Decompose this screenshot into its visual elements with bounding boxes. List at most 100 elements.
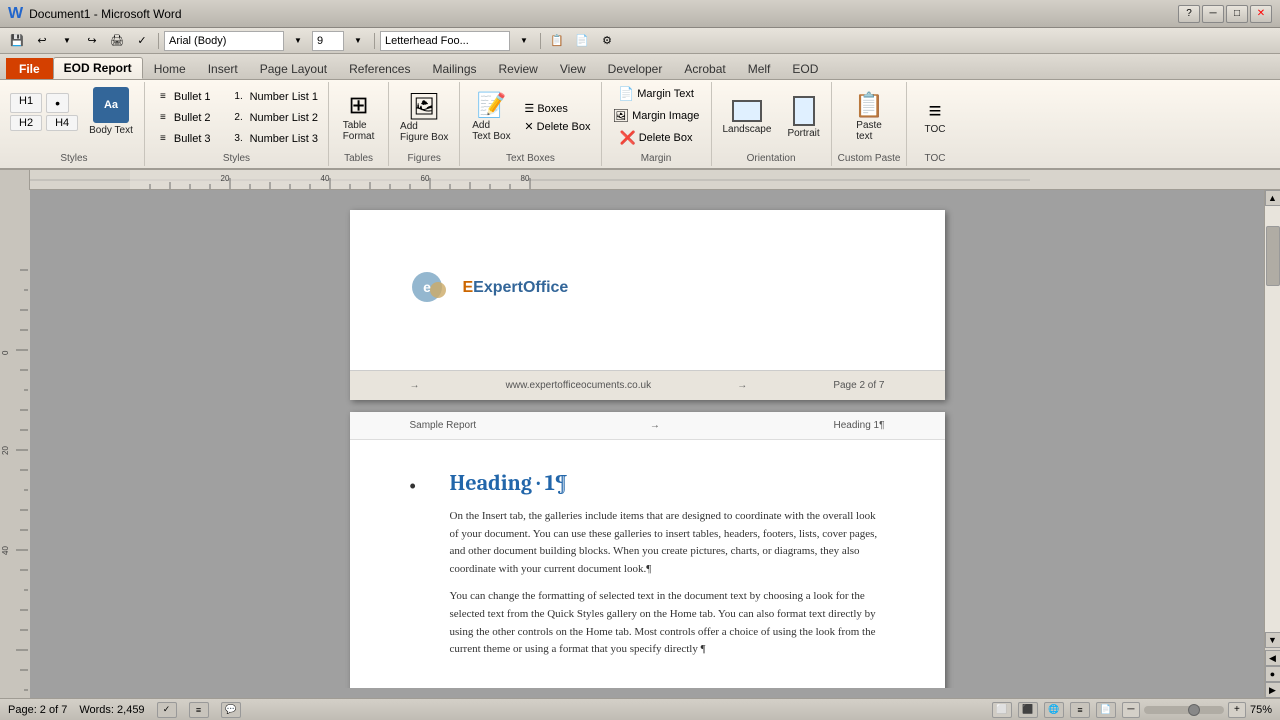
scroll-down-btn[interactable]: ▼ bbox=[1265, 632, 1280, 648]
add-text-box-btn[interactable]: 📝 AddText Box bbox=[466, 91, 516, 145]
zoom-in-btn[interactable]: + bbox=[1228, 702, 1246, 718]
font-size-box[interactable]: 9 bbox=[312, 31, 344, 51]
document-scroll[interactable]: e EExpertOffice → www.expertofficeoc bbox=[30, 200, 1264, 688]
extra-btn-3[interactable]: ⚙ bbox=[596, 31, 618, 51]
save-btn[interactable]: 💾 bbox=[6, 31, 28, 51]
tab-developer[interactable]: Developer bbox=[597, 58, 674, 79]
h1-style-btn[interactable]: H1 bbox=[10, 93, 42, 113]
tab-acrobat[interactable]: Acrobat bbox=[673, 58, 736, 79]
page-2-content[interactable]: • Heading · 1¶ On the Insert tab, the ga… bbox=[350, 440, 945, 688]
margin-image-btn[interactable]: 🖼 Margin Image bbox=[609, 106, 704, 126]
svg-text:0: 0 bbox=[1, 350, 10, 355]
spell-check-btn[interactable]: ✓ bbox=[157, 702, 177, 718]
text-boxes-section: 📝 AddText Box ☰ Boxes ✕ Delete Box Text … bbox=[460, 82, 601, 166]
boxes-btn[interactable]: ☰ Boxes bbox=[520, 100, 594, 117]
svg-text:40: 40 bbox=[321, 174, 330, 183]
toc-section: ≡ TOC TOC bbox=[907, 82, 962, 166]
font-name-box[interactable]: Arial (Body) bbox=[164, 31, 284, 51]
zoom-slider[interactable] bbox=[1144, 706, 1224, 714]
tab-eod-report[interactable]: EOD Report bbox=[53, 57, 143, 79]
tab-eod[interactable]: EOD bbox=[781, 58, 829, 79]
orientation-section: Landscape Portrait Orientation bbox=[712, 82, 832, 166]
bullet-1-btn[interactable]: ≡ Bullet 1 bbox=[151, 87, 215, 107]
tab-review[interactable]: Review bbox=[488, 58, 549, 79]
spelling-btn[interactable]: ✓ bbox=[131, 31, 153, 51]
layout-btn[interactable]: ≡ bbox=[189, 702, 209, 718]
next-page-btn[interactable]: ▶ bbox=[1265, 682, 1280, 698]
svg-text:20: 20 bbox=[1, 446, 10, 455]
minimize-btn[interactable]: ─ bbox=[1202, 5, 1224, 23]
tab-page-layout[interactable]: Page Layout bbox=[249, 58, 338, 79]
zoom-thumb[interactable] bbox=[1188, 704, 1200, 716]
add-figure-box-btn[interactable]: 🖼 AddFigure Box bbox=[395, 90, 453, 146]
template-box[interactable]: Letterhead Foo... bbox=[380, 31, 510, 51]
prev-page-btn[interactable]: ◀ bbox=[1265, 650, 1280, 666]
tab-insert[interactable]: Insert bbox=[197, 58, 249, 79]
svg-text:60: 60 bbox=[421, 174, 430, 183]
redo-btn[interactable]: ↪ bbox=[81, 31, 103, 51]
scroll-track[interactable] bbox=[1265, 206, 1280, 632]
toc-btn[interactable]: ≡ TOC bbox=[920, 97, 951, 138]
bullets-section: ≡ Bullet 1 ≡ Bullet 2 ≡ Bullet 3 1. bbox=[145, 82, 329, 166]
font-size-dropdown[interactable]: ▼ bbox=[347, 31, 369, 51]
number-list-1-btn[interactable]: 1. Number List 1 bbox=[227, 87, 322, 107]
h2-style-btn[interactable]: H2 bbox=[10, 115, 42, 131]
tab-melf[interactable]: Melf bbox=[737, 58, 782, 79]
full-screen-btn[interactable]: ⬛ bbox=[1018, 702, 1038, 718]
help-btn[interactable]: ? bbox=[1178, 5, 1200, 23]
styles-section: H1 • H2 H4 Aa Body Text bbox=[4, 82, 145, 166]
zoom-out-btn[interactable]: ─ bbox=[1122, 702, 1140, 718]
print-layout-btn[interactable]: ⬜ bbox=[992, 702, 1012, 718]
h3-style-btn[interactable]: • bbox=[46, 93, 69, 113]
close-btn[interactable]: ✕ bbox=[1250, 5, 1272, 23]
tab-home[interactable]: Home bbox=[143, 58, 197, 79]
margin-delete-box-btn[interactable]: ❌ Delete Box bbox=[616, 128, 697, 148]
margin-text-btn[interactable]: 📄 Margin Text bbox=[614, 84, 698, 104]
paragraph-2[interactable]: You can change the formatting of selecte… bbox=[450, 588, 885, 658]
font-name-dropdown[interactable]: ▼ bbox=[287, 31, 309, 51]
paste-text-btn[interactable]: 📋 Pastetext bbox=[849, 91, 889, 145]
template-dropdown[interactable]: ▼ bbox=[513, 31, 535, 51]
footer-left-arrow: → bbox=[410, 380, 420, 391]
print-btn[interactable]: 🖨 bbox=[106, 31, 128, 51]
header-left: Sample Report bbox=[410, 420, 477, 431]
tab-references[interactable]: References bbox=[338, 58, 421, 79]
scrollbar-right[interactable]: ▲ ▼ ◀ ● ▶ bbox=[1264, 190, 1280, 698]
outline-btn[interactable]: ≡ bbox=[1070, 702, 1090, 718]
extra-btn-2[interactable]: 📄 bbox=[571, 31, 593, 51]
h4-style-btn[interactable]: H4 bbox=[46, 115, 78, 131]
scroll-up-btn[interactable]: ▲ bbox=[1265, 190, 1280, 206]
undo-dropdown-btn[interactable]: ▼ bbox=[56, 31, 78, 51]
scroll-thumb[interactable] bbox=[1266, 226, 1280, 286]
draft-btn[interactable]: 📄 bbox=[1096, 702, 1116, 718]
footer-url: www.expertofficeocuments.co.uk bbox=[506, 380, 651, 391]
separator-1 bbox=[158, 33, 159, 49]
comments-btn[interactable]: 💬 bbox=[221, 702, 241, 718]
tab-mailings[interactable]: Mailings bbox=[421, 58, 487, 79]
title-bar-controls[interactable]: ? ─ □ ✕ bbox=[1178, 5, 1272, 23]
extra-btn-1[interactable]: 📋 bbox=[546, 31, 568, 51]
portrait-btn[interactable]: Portrait bbox=[782, 93, 824, 142]
page-2-heading: Heading · 1¶ bbox=[450, 470, 885, 496]
title-bar: W Document1 - Microsoft Word ? ─ □ ✕ bbox=[0, 0, 1280, 28]
tab-view[interactable]: View bbox=[549, 58, 597, 79]
undo-btn[interactable]: ↩ bbox=[31, 31, 53, 51]
tab-file[interactable]: File bbox=[6, 58, 53, 79]
number-list-3-btn[interactable]: 3. Number List 3 bbox=[227, 129, 322, 149]
restore-btn[interactable]: □ bbox=[1226, 5, 1248, 23]
landscape-btn[interactable]: Landscape bbox=[718, 97, 777, 138]
body-text-btn[interactable]: Aa Body Text bbox=[84, 84, 138, 139]
bullet-2-btn[interactable]: ≡ Bullet 2 bbox=[151, 108, 215, 128]
web-layout-btn[interactable]: 🌐 bbox=[1044, 702, 1064, 718]
bullet-3-btn[interactable]: ≡ Bullet 3 bbox=[151, 129, 215, 149]
page-info: Page: 2 of 7 bbox=[8, 704, 67, 716]
number-list-group: 1. Number List 1 2. Number List 2 3. Num… bbox=[227, 87, 322, 149]
number-list-2-btn[interactable]: 2. Number List 2 bbox=[227, 108, 322, 128]
doc-btn[interactable]: ● bbox=[1265, 666, 1280, 682]
paragraph-1[interactable]: On the Insert tab, the galleries include… bbox=[450, 508, 885, 578]
document-page-1[interactable]: e EExpertOffice → www.expertofficeoc bbox=[350, 210, 945, 400]
document-area[interactable]: e EExpertOffice → www.expertofficeoc bbox=[30, 190, 1264, 698]
delete-box-btn[interactable]: ✕ Delete Box bbox=[520, 118, 594, 135]
document-page-2[interactable]: Sample Report → Heading 1¶ • Heading · 1… bbox=[350, 412, 945, 688]
table-format-btn[interactable]: ⊞ TableFormat bbox=[338, 91, 380, 145]
